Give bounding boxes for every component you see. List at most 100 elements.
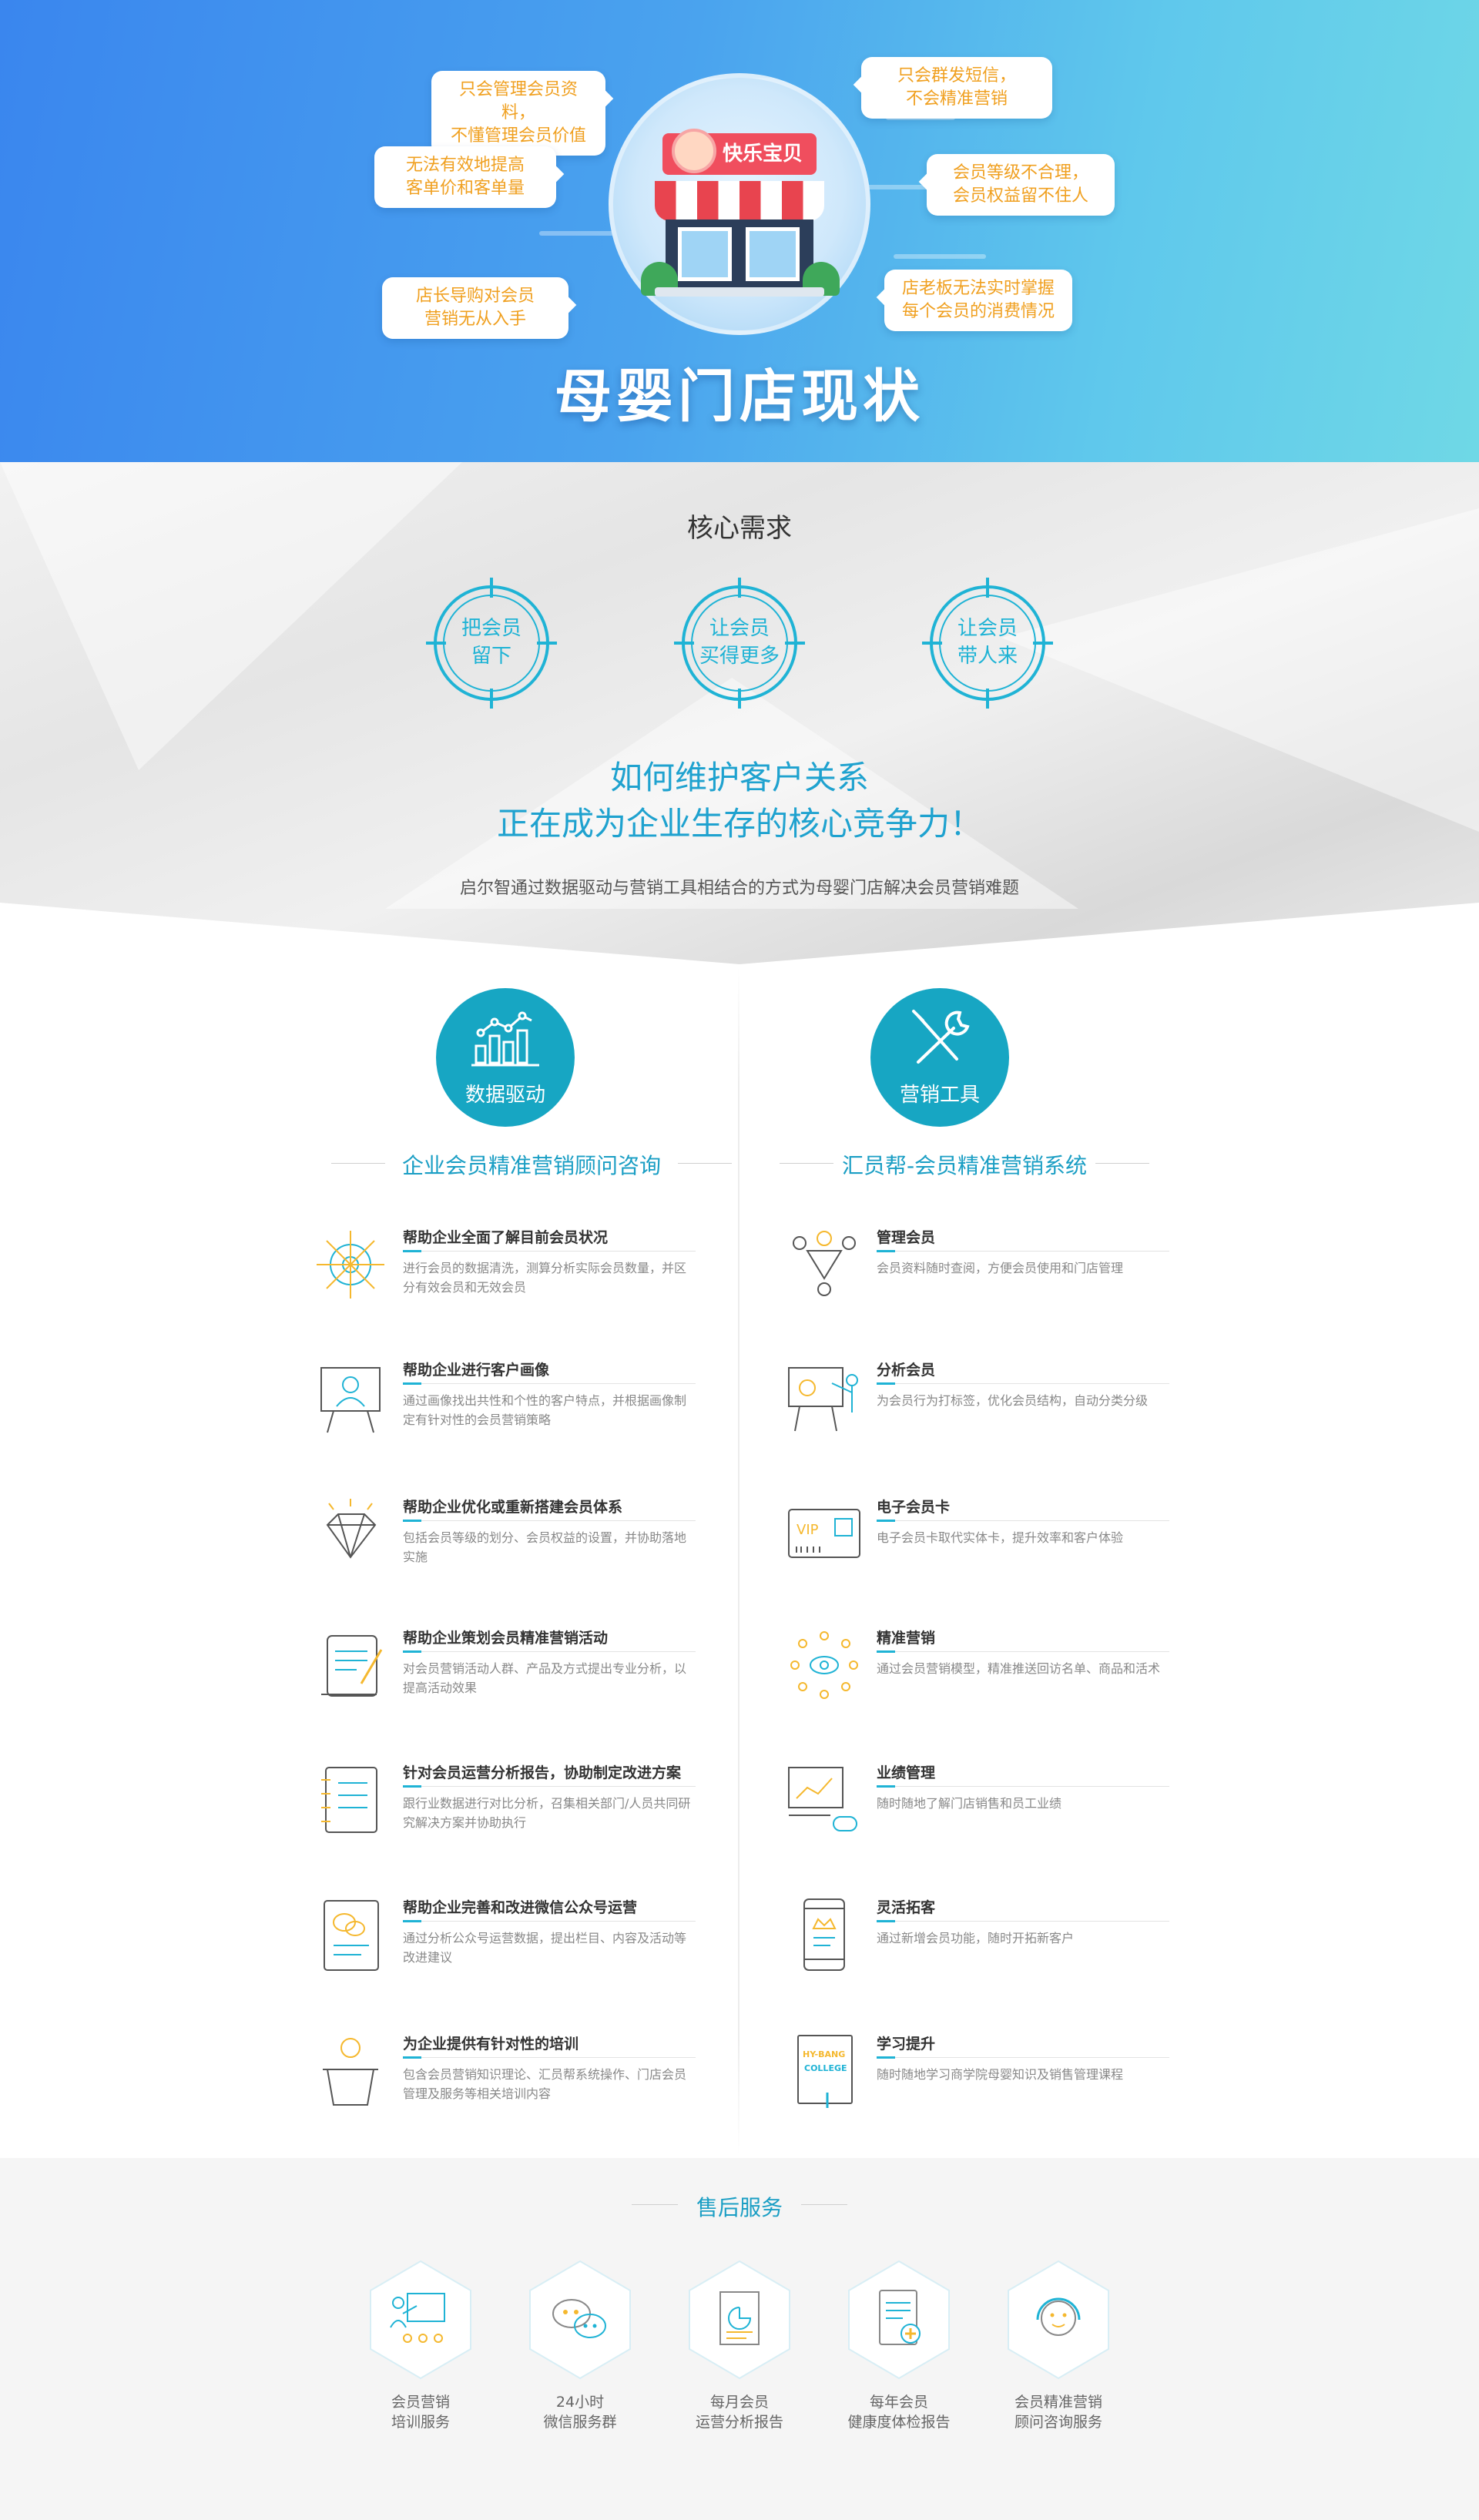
mobile-crown-icon <box>803 1898 845 1971</box>
column-divider <box>738 967 740 2156</box>
left-column-heading: 企业会员精准营销顾问咨询 <box>331 1149 732 1180</box>
target-label: 让会员 买得更多 <box>699 617 780 668</box>
target-tick <box>986 689 989 709</box>
item-underline <box>877 2056 1169 2059</box>
target-tick <box>490 689 493 709</box>
item-description: 通过分析公众号运营数据，提出栏目、内容及活动等改进建议 <box>403 1931 687 1965</box>
item-description: 会员资料随时查阅，方便会员使用和门店管理 <box>877 1261 1124 1275</box>
item-title: 帮助企业完善和改进微信公众号运营 <box>403 1899 638 1916</box>
item-underline <box>877 1785 1169 1788</box>
presentation-board-icon <box>788 1367 858 1432</box>
pain-point-bubble: 只会群发短信， 不会精准营销 <box>861 57 1052 119</box>
target-label: 让会员 带人来 <box>957 617 1018 668</box>
item-description: 包括会员等级的划分、会员权益的设置，并协助落地实施 <box>403 1530 687 1564</box>
item-underline <box>877 1382 1169 1385</box>
item-description: 随时随地了解门店销售和员工业绩 <box>877 1796 1062 1811</box>
notebook-icon <box>321 1767 377 1833</box>
core-subtitle: 启尔智通过数据驱动与营销工具相结合的方式为母婴门店解决会员营销难题 <box>459 879 1019 898</box>
left-item-analysis-report: 针对会员运营分析报告，协助制定改进方案 跟行业数据进行对比分析，召集相关部门/人… <box>310 1760 711 1860</box>
compass-star-icon <box>317 1231 384 1299</box>
target-label: 把会员 留下 <box>461 617 522 668</box>
training-icon <box>370 2260 471 2380</box>
right-item-precision-marketing: 精准营销 通过会员营销模型，精准推送回访名单、商品和活术 <box>784 1625 1185 1725</box>
target-tick <box>738 689 741 709</box>
eye-network-icon <box>790 1631 858 1699</box>
after-sales-health-check: 每年会员 健康度体检报告 <box>837 2258 961 2432</box>
item-underline <box>403 1520 696 1522</box>
pain-point-bubble: 店老板无法实时掌握 每个会员的消费情况 <box>884 270 1072 331</box>
after-sales-label: 会员营销 培训服务 <box>391 2394 450 2431</box>
hero-title: 母婴门店现状 <box>555 364 924 430</box>
core-needs-title: 核心需求 <box>687 513 792 544</box>
target-tick <box>490 578 493 598</box>
item-underline <box>877 1250 1169 1252</box>
services-section <box>0 903 1479 2158</box>
left-item-marketing-campaign: 帮助企业策划会员精准营销活动 对会员营销活动人群、产品及方式提出专业分析，以提高… <box>310 1625 711 1725</box>
shop-window <box>746 227 800 281</box>
right-item-acquisition: 灵活拓客 通过新增会员功能，随时开拓新客户 <box>784 1895 1185 1995</box>
item-title: 针对会员运营分析报告，协助制定改进方案 <box>403 1764 682 1781</box>
item-underline <box>403 1785 696 1788</box>
item-title: 帮助企业全面了解目前会员状况 <box>403 1229 609 1246</box>
portrait-easel-icon <box>320 1367 381 1433</box>
heading-rule <box>801 2204 847 2205</box>
item-title: 管理会员 <box>877 1229 936 1246</box>
item-description: 对会员营销活动人群、产品及方式提出专业分析，以提高活动效果 <box>403 1661 687 1695</box>
left-item-wechat-operation: 帮助企业完善和改进微信公众号运营 通过分析公众号运营数据，提出栏目、内容及活动等… <box>310 1895 711 1995</box>
heading-rule <box>780 1163 833 1164</box>
item-description: 通过会员营销模型，精准推送回访名单、商品和活术 <box>877 1661 1161 1676</box>
item-description: 电子会员卡取代实体卡，提升效率和客户体验 <box>877 1530 1124 1545</box>
right-item-performance: 业绩管理 随时随地了解门店销售和员工业绩 <box>784 1760 1185 1860</box>
data-driven-label: 数据驱动 <box>464 1084 545 1107</box>
right-item-e-card: VIP 电子会员卡 电子会员卡取代实体卡，提升效率和客户体验 <box>784 1494 1185 1594</box>
hero-banner: 快乐宝贝 只会管理会员资料， 不懂管理会员价值 无法有效地提高 客单价和客单量 … <box>0 0 1479 462</box>
item-underline <box>403 1250 696 1252</box>
after-sales-monthly-report: 每月会员 运营分析报告 <box>678 2258 801 2432</box>
core-slogan: 如何维护客户关系 正在成为企业生存的核心竞争力！ <box>0 755 1479 847</box>
item-underline <box>877 1650 1169 1653</box>
item-title: 帮助企业优化或重新搭建会员体系 <box>403 1499 623 1516</box>
pain-point-bubble: 无法有效地提高 客单价和客单量 <box>374 146 556 208</box>
item-description: 为会员行为打标签，优化会员结构，自动分类分级 <box>877 1393 1149 1408</box>
after-sales-title: 售后服务 <box>696 2195 783 2220</box>
after-sales-label: 每月会员 运营分析报告 <box>695 2394 783 2431</box>
shop-awning <box>655 181 824 221</box>
diamond-icon <box>326 1499 377 1559</box>
item-title: 帮助企业策划会员精准营销活动 <box>403 1630 609 1647</box>
item-description: 跟行业数据进行对比分析，召集相关部门/人员共同研究解决方案并协助执行 <box>403 1796 691 1830</box>
item-title: 精准营销 <box>877 1630 936 1647</box>
item-underline <box>403 1650 696 1653</box>
item-title: 帮助企业进行客户画像 <box>403 1362 550 1379</box>
pain-point-bubble: 只会管理会员资料， 不懂管理会员价值 <box>431 71 605 156</box>
target-bring-people: 让会员 带人来 <box>922 578 1053 709</box>
pain-point-bubble: 会员等级不合理， 会员权益留不住人 <box>927 154 1115 216</box>
item-underline <box>403 1382 696 1385</box>
wechat-document-icon <box>324 1900 379 1971</box>
right-item-manage-members: 管理会员 会员资料随时查阅，方便会员使用和门店管理 <box>784 1225 1185 1325</box>
after-sales-section: 售后服务 会员营销 培训服务 24小时 微信服务群 每月会员 运营分析报告 每年… <box>0 2158 1479 2520</box>
lecturer-podium-icon <box>323 2038 378 2106</box>
item-underline <box>877 1920 1169 1922</box>
people-network-icon <box>793 1231 856 1296</box>
item-title: 分析会员 <box>877 1362 936 1379</box>
right-heading-text: 汇员帮-会员精准营销系统 <box>841 1153 1088 1178</box>
marketing-tools-badge: 营销工具 <box>870 988 1009 1127</box>
target-tick <box>738 578 741 598</box>
slogan-line-1: 如何维护客户关系 <box>609 759 869 796</box>
college-book-icon: HY-BANG COLLEGE <box>797 2035 853 2108</box>
target-keep-members: 把会员 留下 <box>426 578 557 709</box>
target-tick <box>986 578 989 598</box>
bar-chart-icon <box>471 1011 539 1067</box>
book-text-2: COLLEGE <box>804 2063 847 2073</box>
wechat-icon <box>529 2260 631 2380</box>
scroll-document-icon <box>321 1635 383 1697</box>
data-driven-badge: 数据驱动 <box>436 988 575 1127</box>
item-description: 进行会员的数据清洗，测算分析实际会员数量，并区分有效会员和无效会员 <box>403 1261 687 1295</box>
after-sales-label: 24小时 微信服务群 <box>543 2394 617 2431</box>
after-sales-consulting: 会员精准营销 顾问咨询服务 <box>997 2258 1120 2432</box>
consultant-icon <box>1008 2260 1109 2380</box>
item-title: 学习提升 <box>877 2036 936 2053</box>
after-sales-wechat: 24小时 微信服务群 <box>518 2258 642 2432</box>
item-underline <box>877 1520 1169 1522</box>
health-check-icon <box>848 2260 950 2380</box>
